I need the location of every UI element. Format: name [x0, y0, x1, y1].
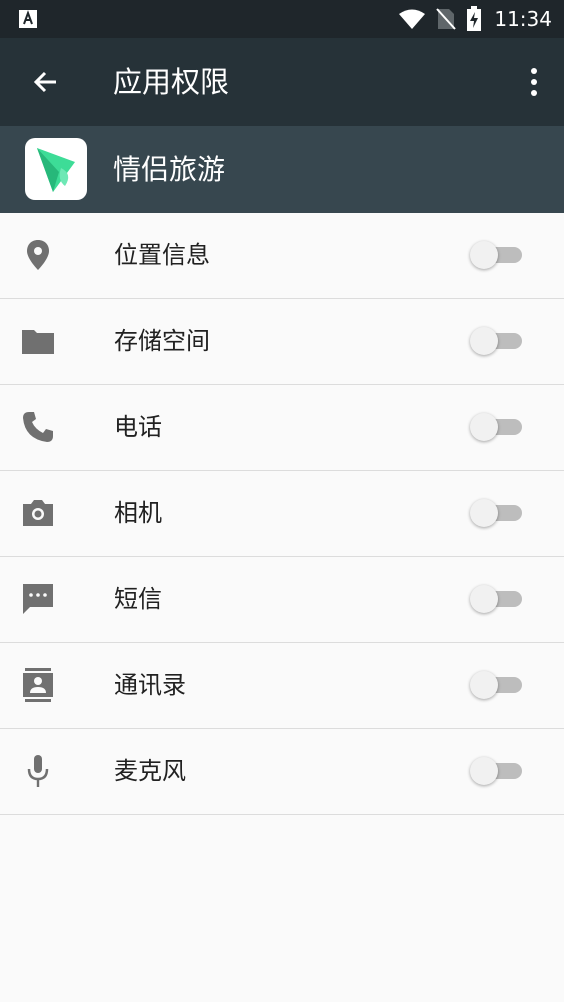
- camera-icon: [23, 500, 53, 526]
- permission-label: 电话: [114, 413, 162, 441]
- toggle-thumb: [470, 241, 498, 269]
- phone-toggle[interactable]: [470, 411, 524, 443]
- permission-label: 存储空间: [114, 327, 210, 355]
- permission-row-contacts[interactable]: 通讯录: [0, 643, 564, 729]
- app-icon: [25, 138, 87, 200]
- location-pin-icon: [27, 240, 49, 270]
- permission-row-microphone[interactable]: 麦克风: [0, 729, 564, 815]
- app-header: 情侣旅游: [0, 126, 564, 213]
- clock-time: 11:34: [494, 7, 552, 31]
- permission-row-location[interactable]: 位置信息: [0, 213, 564, 299]
- app-name: 情侣旅游: [113, 153, 226, 186]
- permission-label: 麦克风: [114, 757, 186, 785]
- phone-icon: [23, 412, 53, 442]
- toolbar: 应用权限: [0, 38, 564, 126]
- permission-label: 位置信息: [114, 241, 210, 269]
- toggle-thumb: [470, 585, 498, 613]
- page-title: 应用权限: [113, 65, 230, 99]
- status-icons: 11:34: [398, 0, 552, 38]
- notification-a-icon: [19, 10, 37, 28]
- paper-plane-leaf-app-icon: [37, 148, 75, 192]
- permission-row-sms[interactable]: 短信: [0, 557, 564, 643]
- toggle-thumb: [470, 327, 498, 355]
- permission-label: 通讯录: [114, 671, 186, 699]
- toggle-thumb: [470, 757, 498, 785]
- wifi-icon: [399, 9, 426, 29]
- toggle-thumb: [470, 499, 498, 527]
- permission-list: 位置信息 存储空间 电话 相机 短信 通讯录 麦克风: [0, 213, 564, 815]
- permission-row-storage[interactable]: 存储空间: [0, 299, 564, 385]
- permission-label: 相机: [114, 499, 162, 527]
- back-arrow-icon[interactable]: [26, 62, 66, 102]
- sms-icon: [23, 584, 53, 614]
- permission-row-phone[interactable]: 电话: [0, 385, 564, 471]
- toggle-thumb: [470, 671, 498, 699]
- permission-row-camera[interactable]: 相机: [0, 471, 564, 557]
- battery-charging-icon: [467, 6, 482, 31]
- sms-toggle[interactable]: [470, 583, 524, 615]
- contacts-icon: [23, 668, 53, 702]
- permission-label: 短信: [114, 585, 162, 613]
- location-toggle[interactable]: [470, 239, 524, 271]
- microphone-icon: [27, 755, 49, 787]
- more-vert-icon[interactable]: [522, 62, 546, 102]
- microphone-toggle[interactable]: [470, 755, 524, 787]
- storage-toggle[interactable]: [470, 325, 524, 357]
- no-sim-icon: [436, 8, 457, 30]
- folder-icon: [22, 330, 54, 354]
- toggle-thumb: [470, 413, 498, 441]
- camera-toggle[interactable]: [470, 497, 524, 529]
- status-bar: 11:34: [0, 0, 564, 38]
- contacts-toggle[interactable]: [470, 669, 524, 701]
